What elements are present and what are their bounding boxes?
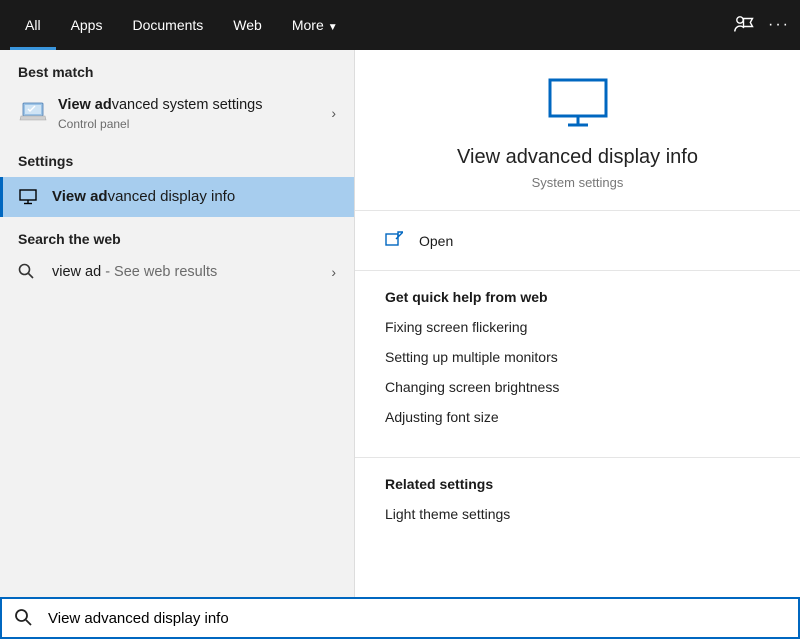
related-header: Related settings bbox=[385, 476, 770, 492]
detail-subtitle: System settings bbox=[375, 175, 780, 190]
open-action[interactable]: Open bbox=[355, 211, 800, 270]
result-subtitle: Control panel bbox=[58, 117, 336, 131]
open-icon bbox=[385, 231, 405, 250]
search-icon bbox=[14, 608, 36, 629]
result-best-match[interactable]: View advanced system settings Control pa… bbox=[0, 88, 354, 139]
nav-tab-label: All bbox=[25, 17, 41, 33]
search-icon bbox=[18, 263, 38, 282]
web-suffix: - See web results bbox=[101, 264, 217, 280]
chevron-down-icon: ▼ bbox=[328, 22, 338, 33]
nav-tab-label: Apps bbox=[71, 17, 103, 33]
laptop-icon bbox=[18, 98, 48, 128]
detail-header: View advanced display info System settin… bbox=[355, 50, 800, 210]
section-header-settings: Settings bbox=[0, 139, 354, 177]
result-web[interactable]: view ad - See web results › bbox=[0, 255, 354, 290]
chevron-right-icon[interactable]: › bbox=[331, 105, 336, 121]
nav-tab-web[interactable]: Web bbox=[218, 0, 277, 50]
result-title: View advanced system settings bbox=[58, 96, 336, 115]
related-item[interactable]: Light theme settings bbox=[385, 506, 770, 522]
result-settings-selected[interactable]: View advanced display info bbox=[0, 177, 354, 217]
detail-pane: View advanced display info System settin… bbox=[355, 50, 800, 597]
search-input[interactable] bbox=[48, 610, 786, 627]
detail-title: View advanced display info bbox=[375, 146, 780, 169]
nav-right-controls: ··· bbox=[734, 15, 790, 36]
nav-tab-label: Documents bbox=[132, 17, 203, 33]
section-header-web: Search the web bbox=[0, 217, 354, 255]
section-header-best-match: Best match bbox=[0, 50, 354, 88]
help-item[interactable]: Changing screen brightness bbox=[385, 379, 770, 395]
result-match-prefix: View ad bbox=[58, 97, 112, 113]
nav-tab-more[interactable]: More ▼ bbox=[277, 0, 353, 50]
nav-tab-documents[interactable]: Documents bbox=[117, 0, 218, 50]
top-nav: All Apps Documents Web More ▼ ··· bbox=[0, 0, 800, 50]
result-title: view ad - See web results bbox=[52, 263, 217, 282]
quick-help-block: Get quick help from web Fixing screen fl… bbox=[355, 271, 800, 457]
help-item[interactable]: Fixing screen flickering bbox=[385, 319, 770, 335]
quick-help-header: Get quick help from web bbox=[385, 289, 770, 305]
result-text: View advanced system settings Control pa… bbox=[58, 96, 336, 131]
result-match-prefix: View ad bbox=[52, 188, 108, 205]
chevron-right-icon[interactable]: › bbox=[331, 264, 336, 280]
monitor-icon bbox=[18, 187, 38, 207]
nav-tab-all[interactable]: All bbox=[10, 0, 56, 50]
web-query: view ad bbox=[52, 264, 101, 280]
nav-tab-label: Web bbox=[233, 17, 262, 33]
search-bar[interactable] bbox=[0, 597, 800, 639]
open-label: Open bbox=[419, 233, 453, 249]
help-item[interactable]: Setting up multiple monitors bbox=[385, 349, 770, 365]
feedback-icon[interactable] bbox=[734, 15, 754, 36]
result-title: View advanced display info bbox=[52, 187, 235, 207]
result-rest: vanced system settings bbox=[112, 97, 263, 113]
monitor-large-icon bbox=[548, 78, 608, 128]
help-item[interactable]: Adjusting font size bbox=[385, 409, 770, 425]
nav-tab-label: More bbox=[292, 17, 324, 33]
related-settings-block: Related settings Light theme settings bbox=[355, 458, 800, 554]
result-rest: vanced display info bbox=[108, 188, 236, 205]
results-pane: Best match View advanced system settings… bbox=[0, 50, 355, 597]
nav-tab-apps[interactable]: Apps bbox=[56, 0, 118, 50]
more-options-icon[interactable]: ··· bbox=[768, 16, 790, 34]
search-body: Best match View advanced system settings… bbox=[0, 50, 800, 597]
